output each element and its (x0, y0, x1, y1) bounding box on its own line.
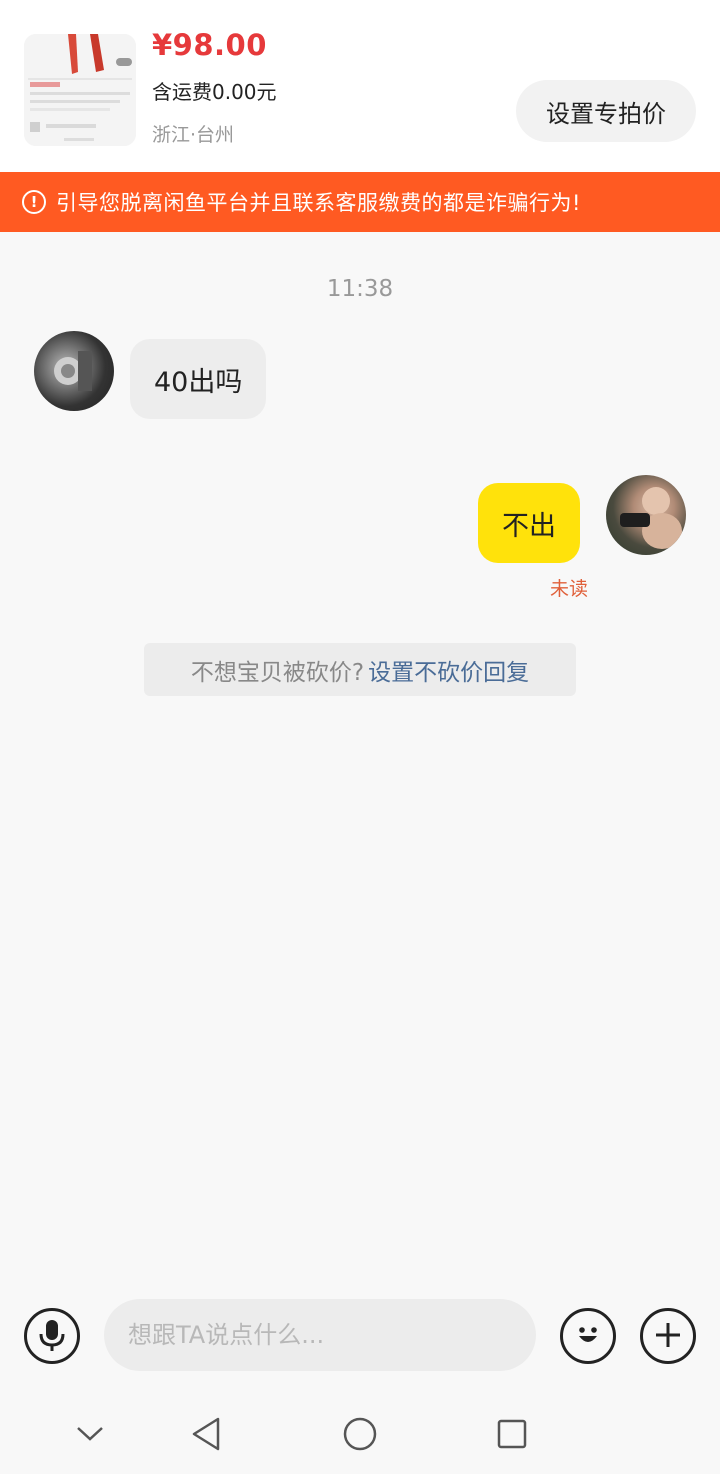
set-no-bargain-reply-link[interactable]: 设置不砍价回复 (368, 653, 529, 687)
product-price: ¥98.00 (152, 28, 267, 62)
warning-text: 引导您脱离闲鱼平台并且联系客服缴费的都是诈骗行为! (56, 191, 581, 215)
system-nav-bar (0, 1394, 720, 1474)
microphone-icon (37, 1318, 67, 1355)
seller-avatar[interactable] (606, 475, 686, 555)
voice-button[interactable] (24, 1308, 80, 1364)
product-header: ¥98.00 含运费0.00元 浙江·台州 设置专拍价 (0, 0, 720, 172)
plus-icon (653, 1320, 683, 1353)
chevron-down-icon[interactable] (70, 1414, 110, 1454)
message-input-bar (0, 1290, 720, 1380)
home-circle-icon[interactable] (340, 1414, 380, 1454)
product-thumbnail[interactable] (24, 34, 136, 146)
shipping-fee: 含运费0.00元 (152, 80, 277, 104)
fraud-warning-banner: ! 引导您脱离闲鱼平台并且联系客服缴费的都是诈骗行为! (0, 172, 720, 232)
back-triangle-icon[interactable] (186, 1414, 226, 1454)
tip-text: 不想宝贝被砍价? (190, 659, 365, 686)
exclamation-circle-icon: ! (22, 190, 46, 214)
bargain-tip: 不想宝贝被砍价? 设置不砍价回复 (144, 643, 576, 696)
set-special-price-button[interactable]: 设置专拍价 (516, 80, 696, 142)
recent-square-icon[interactable] (492, 1414, 532, 1454)
emoji-button[interactable] (560, 1308, 616, 1364)
unread-status: 未读 (550, 578, 589, 600)
message-timestamp: 11:38 (326, 276, 394, 302)
product-location: 浙江·台州 (152, 124, 235, 146)
incoming-message-bubble[interactable]: 40出吗 (130, 339, 267, 419)
message-input[interactable] (104, 1299, 536, 1371)
buyer-avatar[interactable] (34, 331, 114, 411)
smiley-icon (571, 1318, 605, 1355)
more-button[interactable] (640, 1308, 696, 1364)
outgoing-message-bubble[interactable]: 不出 (478, 483, 580, 563)
